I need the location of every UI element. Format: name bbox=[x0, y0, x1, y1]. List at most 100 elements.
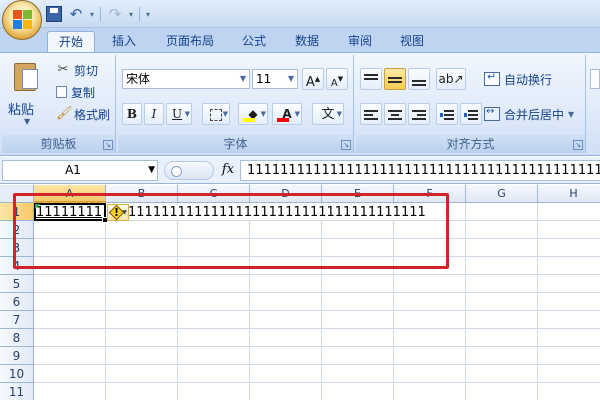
insert-function-button[interactable]: fx bbox=[218, 160, 238, 181]
formula-input[interactable]: 1111111111111111111111111111111111111111… bbox=[240, 160, 600, 181]
align-bottom-button[interactable] bbox=[408, 68, 430, 90]
shrink-font-button[interactable]: A▼ bbox=[326, 68, 348, 90]
number-group-partial bbox=[588, 55, 600, 153]
italic-button[interactable]: I bbox=[144, 103, 164, 125]
align-right-icon bbox=[412, 109, 426, 121]
align-middle-icon bbox=[388, 74, 402, 86]
merge-center-button[interactable]: 合并后居中 ▼ bbox=[484, 103, 574, 125]
tab-insert[interactable]: 插入 bbox=[100, 31, 148, 52]
row-header[interactable]: 8 bbox=[0, 329, 34, 347]
column-header-h[interactable]: H bbox=[538, 185, 600, 203]
gridline bbox=[34, 382, 600, 383]
undo-dropdown-arrow[interactable]: ▾ bbox=[90, 10, 94, 19]
office-button[interactable] bbox=[2, 0, 42, 40]
grow-font-icon: A bbox=[305, 75, 315, 90]
name-box-value: A1 bbox=[65, 163, 81, 177]
align-top-icon bbox=[364, 73, 378, 86]
orientation-icon: ab↗ bbox=[438, 72, 464, 86]
save-icon[interactable] bbox=[46, 6, 62, 22]
scissors-icon: ✂ bbox=[57, 62, 69, 77]
orientation-button[interactable]: ab↗ bbox=[436, 68, 466, 90]
redo-dropdown-arrow[interactable]: ▾ bbox=[129, 10, 133, 19]
decrease-indent-button[interactable] bbox=[436, 103, 458, 125]
cut-label: 剪切 bbox=[74, 63, 99, 78]
gridline bbox=[34, 274, 600, 275]
paste-icon[interactable] bbox=[12, 59, 40, 93]
merge-center-icon bbox=[484, 106, 500, 121]
format-painter-button[interactable]: 🖌 格式刷 bbox=[56, 105, 110, 123]
phonetic-icon: 文 bbox=[321, 107, 335, 122]
paste-button[interactable]: 粘贴 bbox=[8, 99, 34, 118]
alignment-launcher-icon[interactable]: ↘ bbox=[573, 140, 583, 150]
formula-bar: A1 ▼ fx 11111111111111111111111111111111… bbox=[0, 157, 600, 184]
tab-review[interactable]: 审阅 bbox=[338, 31, 382, 52]
chevron-down-icon[interactable]: ▼ bbox=[568, 110, 574, 119]
row-header[interactable]: 5 bbox=[0, 275, 34, 293]
ribbon: 粘贴 ▼ ✂ 剪切 复制 🖌 格式刷 剪贴板 ↘ 宋体 ▼ 11 ▼ A▲ A▼… bbox=[0, 52, 600, 156]
tab-view[interactable]: 视图 bbox=[390, 31, 434, 52]
font-size-value: 11 bbox=[256, 72, 272, 86]
tab-data[interactable]: 数据 bbox=[285, 31, 329, 52]
align-right-button[interactable] bbox=[408, 103, 430, 125]
number-format-select[interactable] bbox=[590, 69, 600, 89]
formula-bar-expand-handle[interactable] bbox=[164, 161, 214, 180]
wrap-text-label: 自动换行 bbox=[504, 72, 553, 87]
chevron-down-icon: ▼ bbox=[294, 110, 300, 118]
row-header[interactable]: 7 bbox=[0, 311, 34, 329]
align-left-icon bbox=[364, 109, 378, 121]
clipboard-group-label: 剪贴板 bbox=[2, 135, 115, 153]
increase-indent-button[interactable] bbox=[460, 103, 482, 125]
gridline bbox=[34, 292, 600, 293]
tab-formulas[interactable]: 公式 bbox=[232, 31, 276, 52]
qat-separator bbox=[139, 7, 141, 21]
font-launcher-icon[interactable]: ↘ bbox=[341, 140, 351, 150]
cut-button[interactable]: ✂ 剪切 bbox=[56, 61, 98, 79]
font-size-select[interactable]: 11 ▼ bbox=[252, 69, 298, 89]
grow-font-button[interactable]: A▲ bbox=[302, 68, 324, 90]
gridline bbox=[465, 203, 466, 400]
align-top-button[interactable] bbox=[360, 68, 382, 90]
customize-qat-arrow[interactable]: ▾ bbox=[146, 10, 150, 19]
clipboard-launcher-icon[interactable]: ↘ bbox=[103, 140, 113, 150]
brush-icon: 🖌 bbox=[56, 106, 73, 121]
chevron-down-icon: ▼ bbox=[260, 110, 266, 118]
tab-page-layout[interactable]: 页面布局 bbox=[158, 31, 222, 52]
font-name-select[interactable]: 宋体 ▼ bbox=[122, 69, 250, 89]
wrap-text-icon bbox=[484, 70, 500, 86]
fill-color-button[interactable]: ◆ ▼ bbox=[238, 103, 268, 125]
shrink-font-icon: A bbox=[330, 78, 338, 89]
chevron-down-icon: ▼ bbox=[287, 74, 295, 83]
bold-button[interactable]: B bbox=[122, 103, 142, 125]
row-header[interactable]: 6 bbox=[0, 293, 34, 311]
wrap-text-button[interactable]: 自动换行 bbox=[484, 68, 552, 90]
copy-button[interactable]: 复制 bbox=[56, 83, 95, 101]
column-header-g[interactable]: G bbox=[466, 185, 538, 203]
clipboard-group: 粘贴 ▼ ✂ 剪切 复制 🖌 格式刷 剪贴板 ↘ bbox=[2, 55, 116, 153]
row-header[interactable]: 10 bbox=[0, 365, 34, 383]
row-header[interactable]: 9 bbox=[0, 347, 34, 365]
font-group-label: 字体 bbox=[118, 135, 353, 153]
title-bar: ↶ ▾ ↷ ▾ ▾ bbox=[0, 0, 600, 40]
increase-indent-icon bbox=[464, 109, 478, 121]
paste-dropdown-arrow[interactable]: ▼ bbox=[24, 117, 30, 126]
underline-button[interactable]: U ▼ bbox=[166, 103, 192, 125]
align-center-button[interactable] bbox=[384, 103, 406, 125]
chevron-down-icon: ▼ bbox=[222, 110, 228, 118]
align-left-button[interactable] bbox=[360, 103, 382, 125]
font-color-button[interactable]: A ▼ bbox=[272, 103, 302, 125]
borders-button[interactable]: ▼ bbox=[202, 103, 230, 125]
tab-home[interactable]: 开始 bbox=[47, 31, 95, 52]
borders-icon bbox=[210, 108, 222, 121]
font-group: 宋体 ▼ 11 ▼ A▲ A▼ B I U ▼ ▼ ◆ ▼ A ▼ 文 ▼ 字体… bbox=[118, 55, 354, 153]
gridline bbox=[34, 364, 600, 365]
quick-access-toolbar: ↶ ▾ ↷ ▾ ▾ bbox=[46, 4, 150, 24]
row-header[interactable]: 11 bbox=[0, 383, 34, 400]
redo-icon[interactable]: ↷ bbox=[107, 6, 123, 22]
underline-label: U bbox=[172, 107, 183, 121]
phonetic-guide-button[interactable]: 文 ▼ bbox=[312, 103, 344, 125]
align-middle-button[interactable] bbox=[384, 68, 406, 90]
format-painter-label: 格式刷 bbox=[74, 107, 111, 122]
undo-icon[interactable]: ↶ bbox=[68, 6, 84, 22]
decrease-indent-icon bbox=[440, 109, 454, 121]
name-box[interactable]: A1 ▼ bbox=[2, 160, 158, 181]
